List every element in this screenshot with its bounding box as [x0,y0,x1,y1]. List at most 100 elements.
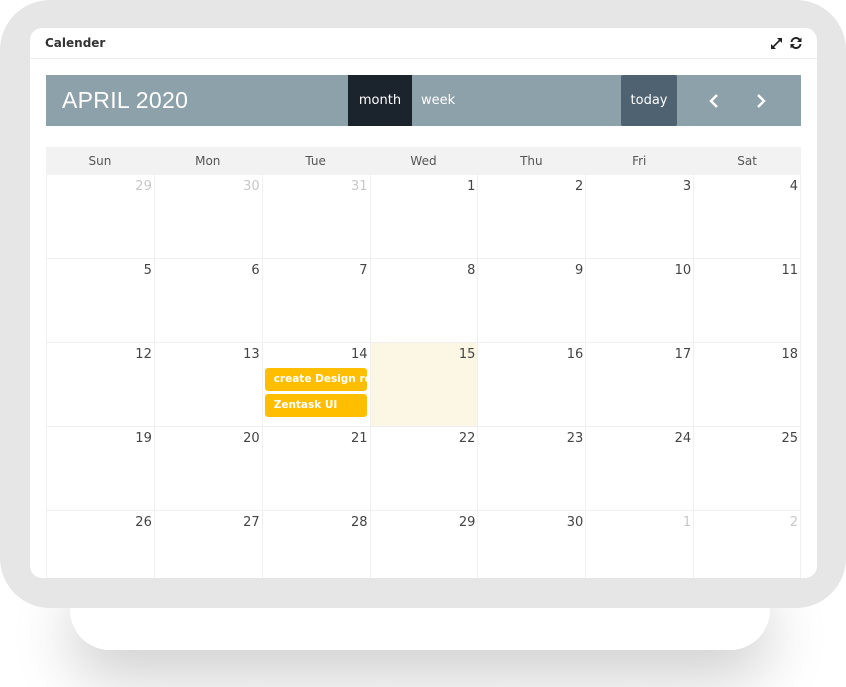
calendar-toolbar: APRIL 2020 month week today [46,75,801,126]
day-cell[interactable]: 12 [46,343,154,426]
day-number: 16 [566,347,584,362]
weekday-label: Fri [632,154,647,168]
day-number: 25 [781,431,798,446]
day-cell[interactable]: 13 [153,343,262,426]
day-number: 30 [566,515,584,530]
week-row: 12 13 14 create Design re Zentask UI 15 16 17 18 [46,343,801,427]
weekday-label: Sun [88,154,112,168]
day-cell[interactable]: 6 [153,259,262,342]
day-cell[interactable]: 11 [693,259,801,342]
day-cell[interactable]: 25 [693,427,801,510]
day-cell[interactable]: 30 [477,511,585,578]
day-number: 8 [467,263,476,278]
calendar-event[interactable]: Zentask UI [264,394,367,417]
day-number: 26 [135,515,152,530]
today-button[interactable]: today [621,75,677,126]
day-cell[interactable]: 27 [153,511,262,578]
day-cell[interactable]: 16 [477,343,585,426]
day-cell[interactable]: 29 [369,511,478,578]
day-cell[interactable]: 22 [369,427,478,510]
day-number: 18 [781,347,798,362]
chevron-right-icon [756,93,766,108]
day-number: 14 [351,347,368,362]
day-number: 12 [135,347,152,362]
day-cell[interactable]: 4 [693,175,801,258]
day-cell[interactable]: 19 [46,427,154,510]
day-number: 9 [575,263,584,278]
month-title: APRIL 2020 [62,87,189,113]
day-number: 2 [789,515,798,530]
day-number: 27 [243,515,260,530]
day-cell[interactable]: 26 [46,511,154,578]
chevron-left-icon [708,93,718,108]
weekday-label: Sat [737,154,757,168]
day-number: 30 [243,179,260,194]
day-number: 21 [351,431,368,446]
day-number: 4 [789,179,798,194]
day-cell[interactable]: 23 [477,427,585,510]
weeks: 29 30 31 1 2 3 4 5 6 7 8 9 10 11 12 13 14 create Design r… [46,175,801,578]
day-cell[interactable]: 29 [46,175,154,258]
calendar-panel: Calender APRIL 2020 month week today Sun… [30,28,817,578]
panel-title: Calender [45,36,106,50]
day-number: 29 [458,515,476,530]
day-number: 24 [674,431,692,446]
day-cell[interactable]: 7 [261,259,370,342]
week-row: 5 6 7 8 9 10 11 [46,259,801,343]
day-cell[interactable]: 30 [153,175,262,258]
day-number: 6 [251,263,260,278]
day-cell[interactable]: 31 [261,175,370,258]
prev-month-button[interactable] [701,75,726,126]
weekday-label: Tue [305,154,326,168]
day-cell[interactable]: 28 [261,511,370,578]
day-cell[interactable]: 9 [477,259,585,342]
panel-tools [769,36,803,50]
calendar-event[interactable]: create Design re [264,368,367,391]
week-row: 26 27 28 29 30 1 2 [46,511,801,578]
day-number: 23 [566,431,584,446]
day-cell[interactable]: 17 [585,343,693,426]
day-cell[interactable]: 5 [46,259,154,342]
day-cell[interactable]: 14 create Design re Zentask UI [261,343,370,426]
week-row: 29 30 31 1 2 3 4 [46,175,801,259]
day-number: 19 [135,431,152,446]
day-cell[interactable]: 8 [369,259,478,342]
day-number: 3 [682,179,692,194]
day-number: 15 [458,347,476,362]
week-view-button[interactable]: week [412,75,473,126]
month-grid: Sun Mon Tue Wed Thu Fri Sat 29 30 31 1 2 3 4 5 6 7 8 9 10 1… [46,147,801,578]
day-number: 1 [682,515,692,530]
day-number: 2 [575,179,584,194]
day-cell[interactable]: 20 [153,427,262,510]
day-number: 10 [674,263,692,278]
day-number: 11 [781,263,798,278]
day-cell[interactable]: 1 [585,511,693,578]
month-view-button[interactable]: month [348,75,412,126]
day-cell[interactable]: 3 [585,175,693,258]
refresh-icon[interactable] [789,36,803,50]
day-cell[interactable]: 18 [693,343,801,426]
day-cell[interactable]: 2 [477,175,585,258]
day-number: 22 [458,431,476,446]
day-number: 13 [243,347,260,362]
day-cell[interactable]: 21 [261,427,370,510]
day-cell[interactable]: 1 [369,175,478,258]
day-cell-today[interactable]: 15 [369,343,478,426]
week-row: 19 20 21 22 23 24 25 [46,427,801,511]
day-cell[interactable]: 10 [585,259,693,342]
day-number: 1 [467,179,476,194]
next-month-button[interactable] [748,75,773,126]
day-number: 28 [351,515,368,530]
panel-header: Calender [30,28,817,59]
weekday-label: Mon [195,154,221,168]
day-cell[interactable]: 24 [585,427,693,510]
day-number: 31 [351,179,368,194]
expand-icon[interactable] [769,36,783,50]
day-cell[interactable]: 2 [693,511,801,578]
day-number: 7 [359,263,368,278]
day-number: 29 [135,179,152,194]
day-number: 5 [143,263,152,278]
day-number: 20 [243,431,260,446]
day-number: 17 [674,347,692,362]
weekday-header: Sun Mon Tue Wed Thu Fri Sat [46,147,801,175]
